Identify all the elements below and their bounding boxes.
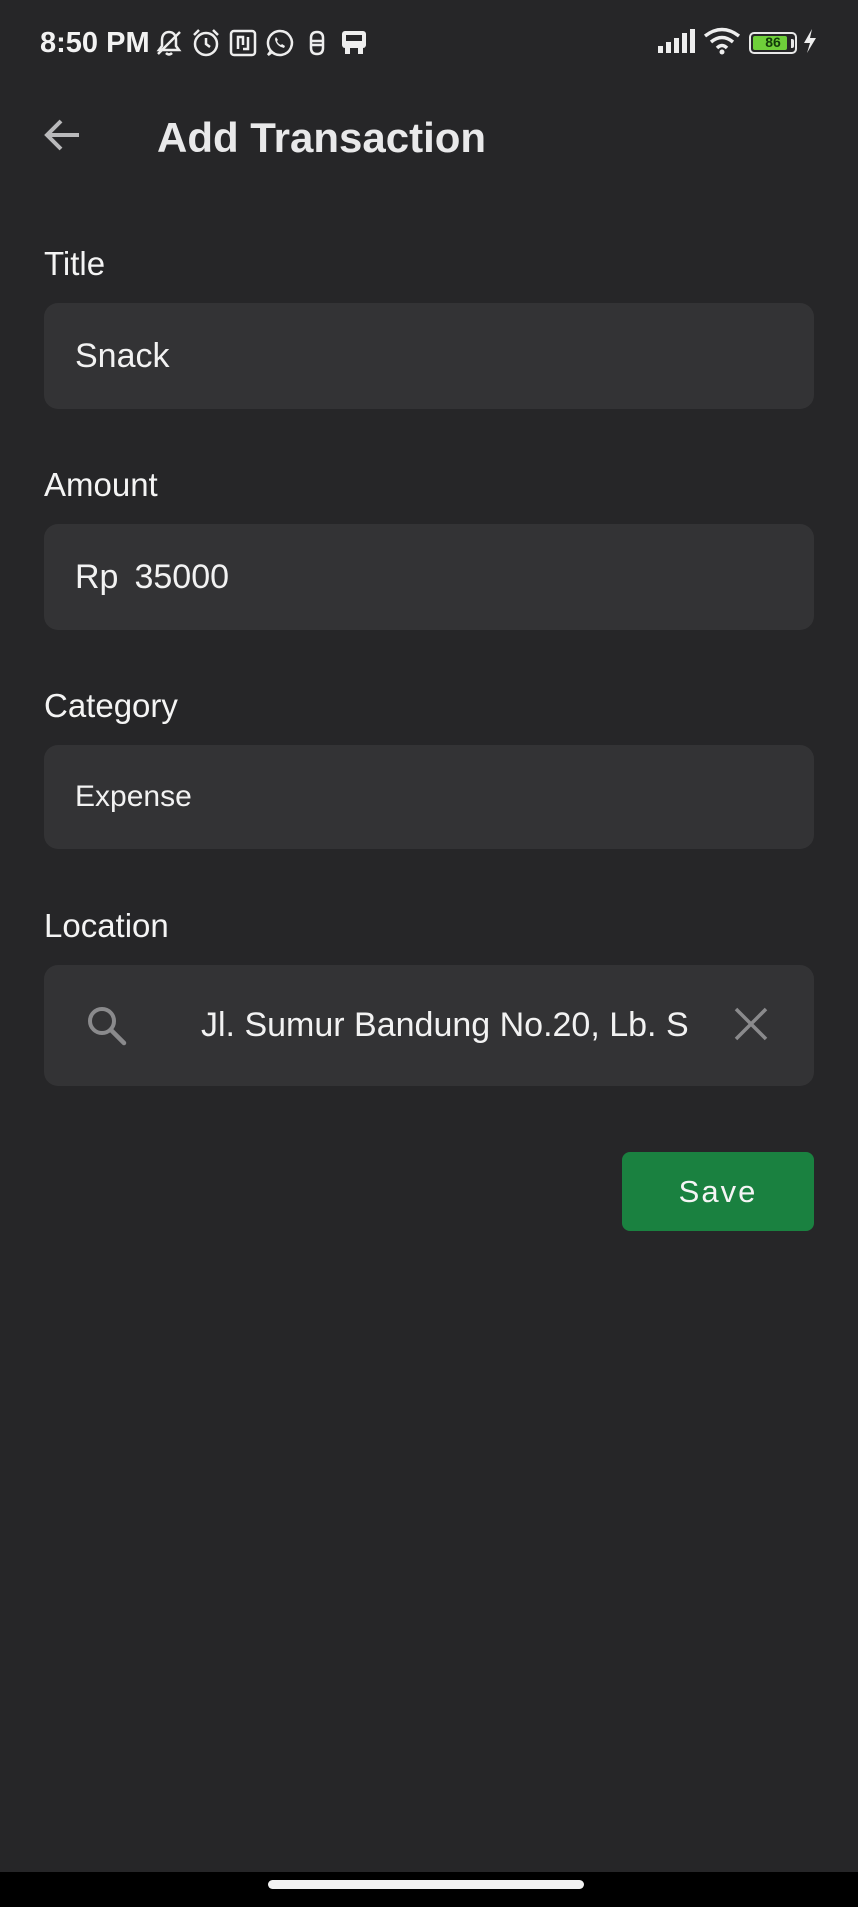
search-icon xyxy=(84,1003,130,1049)
category-select[interactable]: Expense xyxy=(44,745,814,849)
amount-input[interactable]: Rp 35000 xyxy=(75,524,775,630)
alarm-icon xyxy=(190,27,222,59)
save-button[interactable]: Save xyxy=(622,1152,814,1231)
category-value[interactable]: Expense xyxy=(75,745,775,849)
category-label: Category xyxy=(44,687,178,724)
arrow-left-icon xyxy=(43,117,83,158)
location-label: Location xyxy=(44,907,169,944)
app-bar: Add Transaction xyxy=(0,86,858,190)
amount-value: 35000 xyxy=(134,557,230,596)
location-search-field[interactable]: Jl. Sumur Bandung No.20, Lb. S xyxy=(44,965,814,1086)
signal-icon xyxy=(657,28,695,59)
back-button[interactable] xyxy=(34,108,92,166)
battery-icon: 86 xyxy=(749,32,797,54)
nfc-icon xyxy=(228,28,258,58)
location-input[interactable]: Jl. Sumur Bandung No.20, Lb. S xyxy=(201,965,703,1086)
home-indicator[interactable] xyxy=(268,1880,584,1889)
amount-label: Amount xyxy=(44,466,158,503)
app-notification-icon xyxy=(302,28,332,58)
status-time: 8:50 PM xyxy=(40,27,150,59)
amount-field[interactable]: Rp 35000 xyxy=(44,524,814,630)
status-bar: 8:50 PM 86 xyxy=(0,0,858,86)
title-input[interactable]: Snack xyxy=(75,303,775,409)
wifi-icon xyxy=(703,27,741,60)
navigation-bar xyxy=(0,1872,858,1907)
title-label: Title xyxy=(44,245,106,282)
add-transaction-screen: 8:50 PM 86 Add Transaction Title Snack A… xyxy=(0,0,858,1907)
battery-level: 86 xyxy=(765,34,781,50)
status-icons-left xyxy=(154,26,370,60)
page-title: Add Transaction xyxy=(157,114,487,161)
title-field[interactable]: Snack xyxy=(44,303,814,409)
mute-bell-icon xyxy=(154,28,184,58)
whatsapp-icon xyxy=(264,27,296,59)
status-icons-right: 86 xyxy=(657,26,818,60)
close-icon[interactable] xyxy=(728,1001,774,1047)
bus-notification-icon xyxy=(338,27,370,59)
currency-prefix: Rp xyxy=(75,557,119,596)
charging-icon xyxy=(802,28,818,59)
